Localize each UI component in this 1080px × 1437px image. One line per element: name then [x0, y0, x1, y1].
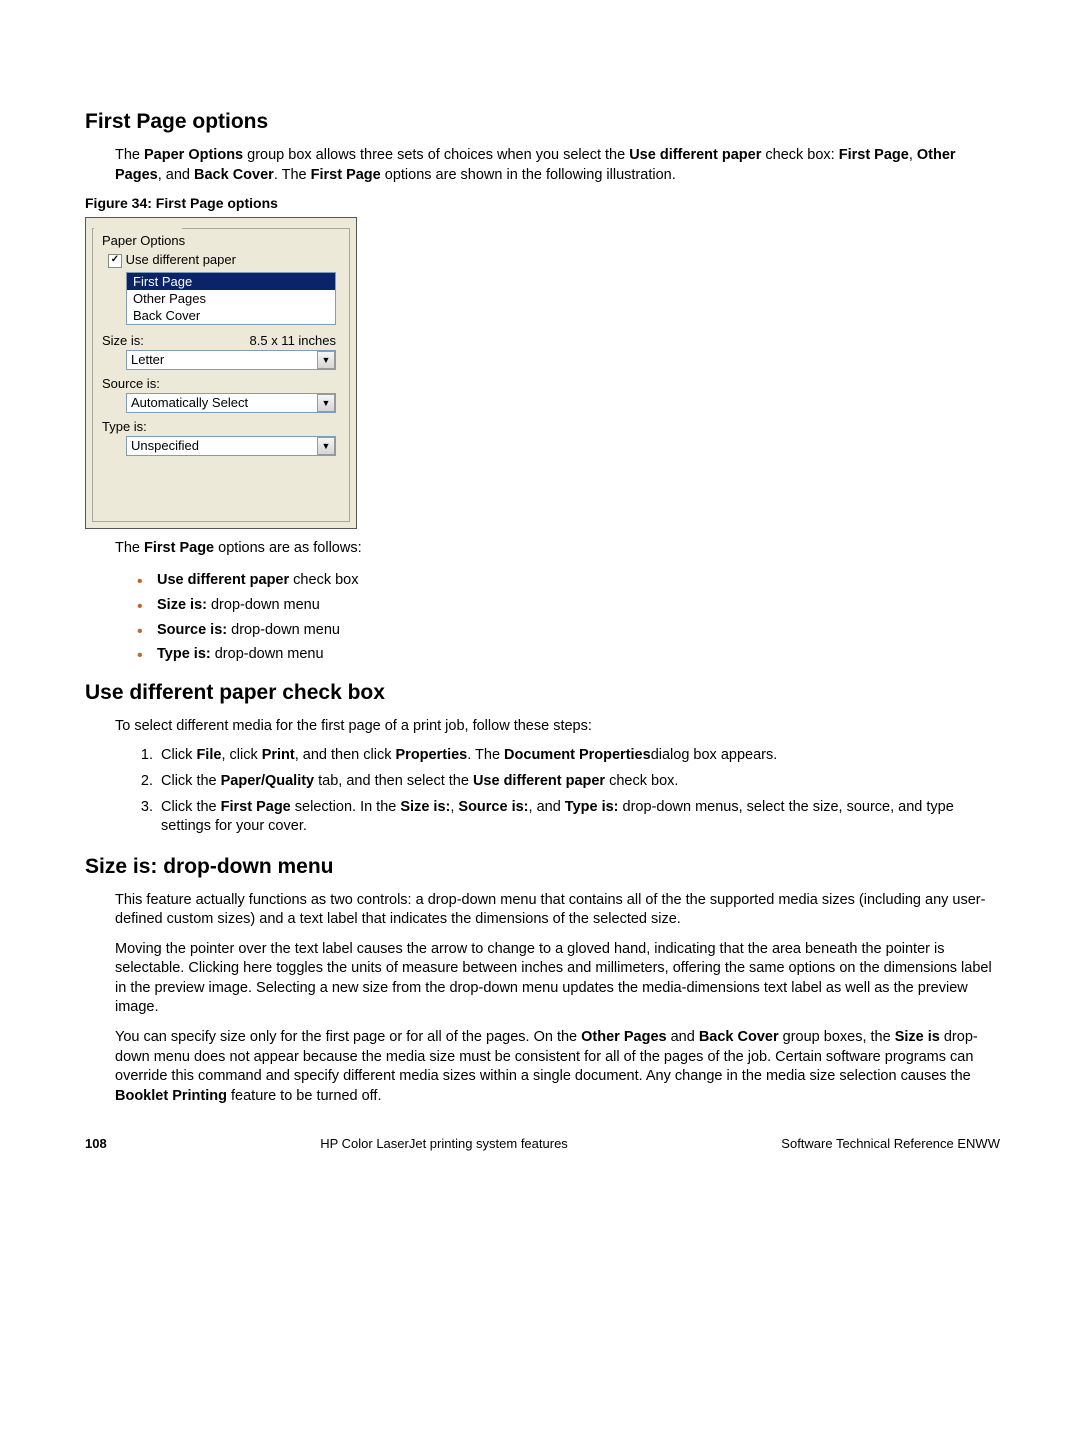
source-combo[interactable]: Automatically Select ▼: [126, 393, 336, 413]
fieldset-legend: Paper Options: [100, 233, 187, 248]
type-label: Type is:: [102, 419, 147, 434]
options-intro: The First Page options are as follows:: [115, 539, 1000, 559]
heading-size-is-dropdown: Size is: drop-down menu: [85, 855, 1000, 879]
list-item[interactable]: Other Pages: [127, 290, 335, 307]
size-para-2: Moving the pointer over the text label c…: [115, 940, 1000, 1018]
chevron-down-icon[interactable]: ▼: [317, 351, 335, 369]
page-number: 108: [85, 1136, 107, 1151]
chevron-down-icon[interactable]: ▼: [317, 437, 335, 455]
steps-list: Click File, click Print, and then click …: [137, 746, 1000, 836]
heading-use-different-paper: Use different paper check box: [85, 681, 1000, 705]
intro-paragraph: The Paper Options group box allows three…: [115, 146, 1000, 185]
options-bullet-list: Use different paper check box Size is: d…: [137, 568, 1000, 667]
screenshot-panel: Paper Options ✓ Use different paper Firs…: [85, 217, 357, 529]
size-dimensions[interactable]: 8.5 x 11 inches: [250, 333, 336, 348]
footer-center: HP Color LaserJet printing system featur…: [320, 1136, 568, 1151]
checkbox-label: Use different paper: [126, 252, 236, 267]
type-combo[interactable]: Unspecified ▼: [126, 436, 336, 456]
list-item[interactable]: Back Cover: [127, 307, 335, 324]
size-para-3: You can specify size only for the first …: [115, 1028, 1000, 1106]
chevron-down-icon[interactable]: ▼: [317, 394, 335, 412]
size-combo[interactable]: Letter ▼: [126, 350, 336, 370]
footer-right: Software Technical Reference ENWW: [781, 1136, 1000, 1151]
heading-first-page-options: First Page options: [85, 110, 1000, 134]
list-item[interactable]: First Page: [127, 273, 335, 290]
size-label: Size is:: [102, 333, 144, 348]
steps-intro: To select different media for the first …: [115, 717, 1000, 737]
source-label: Source is:: [102, 376, 160, 391]
figure-caption: Figure 34: First Page options: [85, 195, 1000, 211]
page-footer: 108 HP Color LaserJet printing system fe…: [85, 1136, 1000, 1151]
page-section-listbox[interactable]: First Page Other Pages Back Cover: [126, 272, 336, 325]
size-para-1: This feature actually functions as two c…: [115, 891, 1000, 930]
use-different-paper-checkbox[interactable]: ✓: [108, 254, 122, 268]
